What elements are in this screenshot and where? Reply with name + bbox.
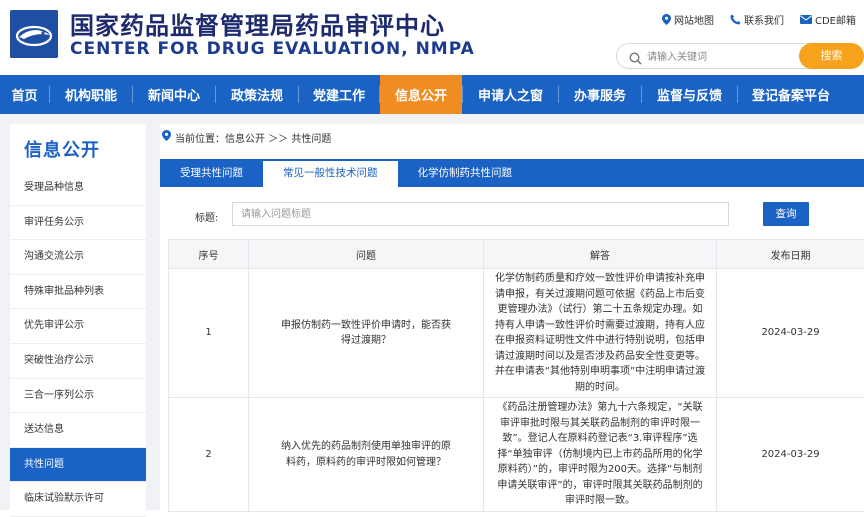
nav-item-news[interactable]: 新闻中心 xyxy=(133,75,215,114)
search-icon xyxy=(629,50,642,69)
sidebar-item-communication[interactable]: 沟通交流公示 xyxy=(10,240,146,275)
cde-mail-label: CDE邮箱 xyxy=(815,12,856,27)
sidebar-item-priority-review[interactable]: 优先审评公示 xyxy=(10,309,146,344)
row-question[interactable]: 纳入优先的药品制剂使用单独审评的原料药，原料药的审评时限如何管理？ xyxy=(249,398,484,512)
contact-link[interactable]: 联系我们 xyxy=(730,12,784,27)
nav-item-info-disclosure[interactable]: 信息公开 xyxy=(380,75,462,114)
sidebar-item-review-tasks[interactable]: 审评任务公示 xyxy=(10,206,146,241)
nav-item-applicant-window[interactable]: 申请人之窗 xyxy=(463,75,558,114)
sidebar-title: 信息公开 xyxy=(24,136,100,162)
faq-table: 序号 问题 解答 发布日期 1 申报仿制药一致性评价申请时，能否获得过渡期？ 化… xyxy=(168,239,864,512)
main-nav: 首页 机构职能 新闻中心 政策法规 党建工作 信息公开 申请人之窗 办事服务 监… xyxy=(0,75,864,114)
cde-mail-link[interactable]: CDE邮箱 xyxy=(800,12,856,27)
nav-item-organization[interactable]: 机构职能 xyxy=(50,75,132,114)
site-title-en: CENTER FOR DRUG EVALUATION, NMPA xyxy=(70,39,475,59)
tab-generic-drug-issues[interactable]: 化学仿制药共性问题 xyxy=(398,159,533,187)
sidebar: 信息公开 受理品种信息 审评任务公示 沟通交流公示 特殊审批品种列表 优先审评公… xyxy=(10,124,146,510)
nav-item-registration-platform[interactable]: 登记备案平台 xyxy=(738,75,844,114)
sitemap-link[interactable]: 网站地图 xyxy=(662,12,714,27)
site-search: 搜索 xyxy=(616,43,864,69)
row-answer: 《药品注册管理办法》第九十六条规定，“关联审评审批时限与其关联药品制剂的审评时限… xyxy=(484,398,717,512)
breadcrumb-text: 当前位置：信息公开 ＞＞ 共性问题 xyxy=(175,130,331,145)
search-input[interactable] xyxy=(647,48,767,66)
table-header-row: 序号 问题 解答 发布日期 xyxy=(169,240,864,269)
breadcrumb: 当前位置：信息公开 ＞＞ 共性问题 xyxy=(160,124,331,150)
phone-icon xyxy=(730,14,741,25)
nav-item-party[interactable]: 党建工作 xyxy=(299,75,379,114)
filter-bar: 标题: 查询 xyxy=(160,200,864,230)
main-area: 信息公开 受理品种信息 审评任务公示 沟通交流公示 特殊审批品种列表 优先审评公… xyxy=(0,114,864,510)
col-header-question: 问题 xyxy=(249,240,484,269)
title-filter-input[interactable] xyxy=(232,202,729,226)
row-number: 1 xyxy=(169,269,249,398)
query-button[interactable]: 查询 xyxy=(763,202,809,226)
col-header-number: 序号 xyxy=(169,240,249,269)
nav-item-services[interactable]: 办事服务 xyxy=(559,75,641,114)
location-pin-icon xyxy=(662,14,671,25)
sidebar-item-delivery-info[interactable]: 送达信息 xyxy=(10,413,146,448)
content-panel: 当前位置：信息公开 ＞＞ 共性问题 受理共性问题 常见一般性技术问题 化学仿制药… xyxy=(160,124,864,510)
sitemap-label: 网站地图 xyxy=(674,12,714,27)
row-question[interactable]: 申报仿制药一致性评价申请时，能否获得过渡期？ xyxy=(249,269,484,398)
row-answer: 化学仿制药质量和疗效一致性评价申请按补充申请申报，有关过渡期问题可依据《药品上市… xyxy=(484,269,717,398)
sidebar-item-common-issues[interactable]: 共性问题 xyxy=(10,448,146,483)
table-row: 1 申报仿制药一致性评价申请时，能否获得过渡期？ 化学仿制药质量和疗效一致性评价… xyxy=(169,269,864,398)
site-title-cn: 国家药品监督管理局药品审评中心 xyxy=(70,6,445,41)
nav-item-supervision[interactable]: 监督与反馈 xyxy=(642,75,737,114)
location-pin-icon xyxy=(162,130,171,144)
tab-general-technical-issues[interactable]: 常见一般性技术问题 xyxy=(263,159,398,187)
sidebar-list: 受理品种信息 审评任务公示 沟通交流公示 特殊审批品种列表 优先审评公示 突破性… xyxy=(10,171,146,517)
tab-bar: 受理共性问题 常见一般性技术问题 化学仿制药共性问题 xyxy=(160,159,864,187)
sidebar-item-breakthrough[interactable]: 突破性治疗公示 xyxy=(10,344,146,379)
cde-logo[interactable] xyxy=(10,10,58,58)
sidebar-item-clinical-trial-license[interactable]: 临床试验默示许可 xyxy=(10,482,146,517)
mail-icon xyxy=(800,15,812,24)
search-button[interactable]: 搜索 xyxy=(799,43,864,69)
row-date: 2024-03-29 xyxy=(717,398,864,512)
contact-label: 联系我们 xyxy=(744,12,784,27)
col-header-answer: 解答 xyxy=(484,240,717,269)
tab-accepted-common-issues[interactable]: 受理共性问题 xyxy=(160,159,263,187)
table-row: 2 纳入优先的药品制剂使用单独审评的原料药，原料药的审评时限如何管理？ 《药品注… xyxy=(169,398,864,512)
sidebar-item-accepted-varieties[interactable]: 受理品种信息 xyxy=(10,171,146,206)
nav-item-home[interactable]: 首页 xyxy=(0,75,49,114)
title-filter-label: 标题: xyxy=(195,209,218,224)
row-date: 2024-03-29 xyxy=(717,269,864,398)
col-header-date: 发布日期 xyxy=(717,240,864,269)
top-links: 网站地图 联系我们 CDE邮箱 xyxy=(662,12,856,27)
nav-item-policy[interactable]: 政策法规 xyxy=(216,75,298,114)
site-header: 国家药品监督管理局药品审评中心 CENTER FOR DRUG EVALUATI… xyxy=(0,0,864,75)
sidebar-item-special-approval[interactable]: 特殊审批品种列表 xyxy=(10,275,146,310)
row-number: 2 xyxy=(169,398,249,512)
sidebar-item-three-in-one[interactable]: 三合一序列公示 xyxy=(10,379,146,414)
